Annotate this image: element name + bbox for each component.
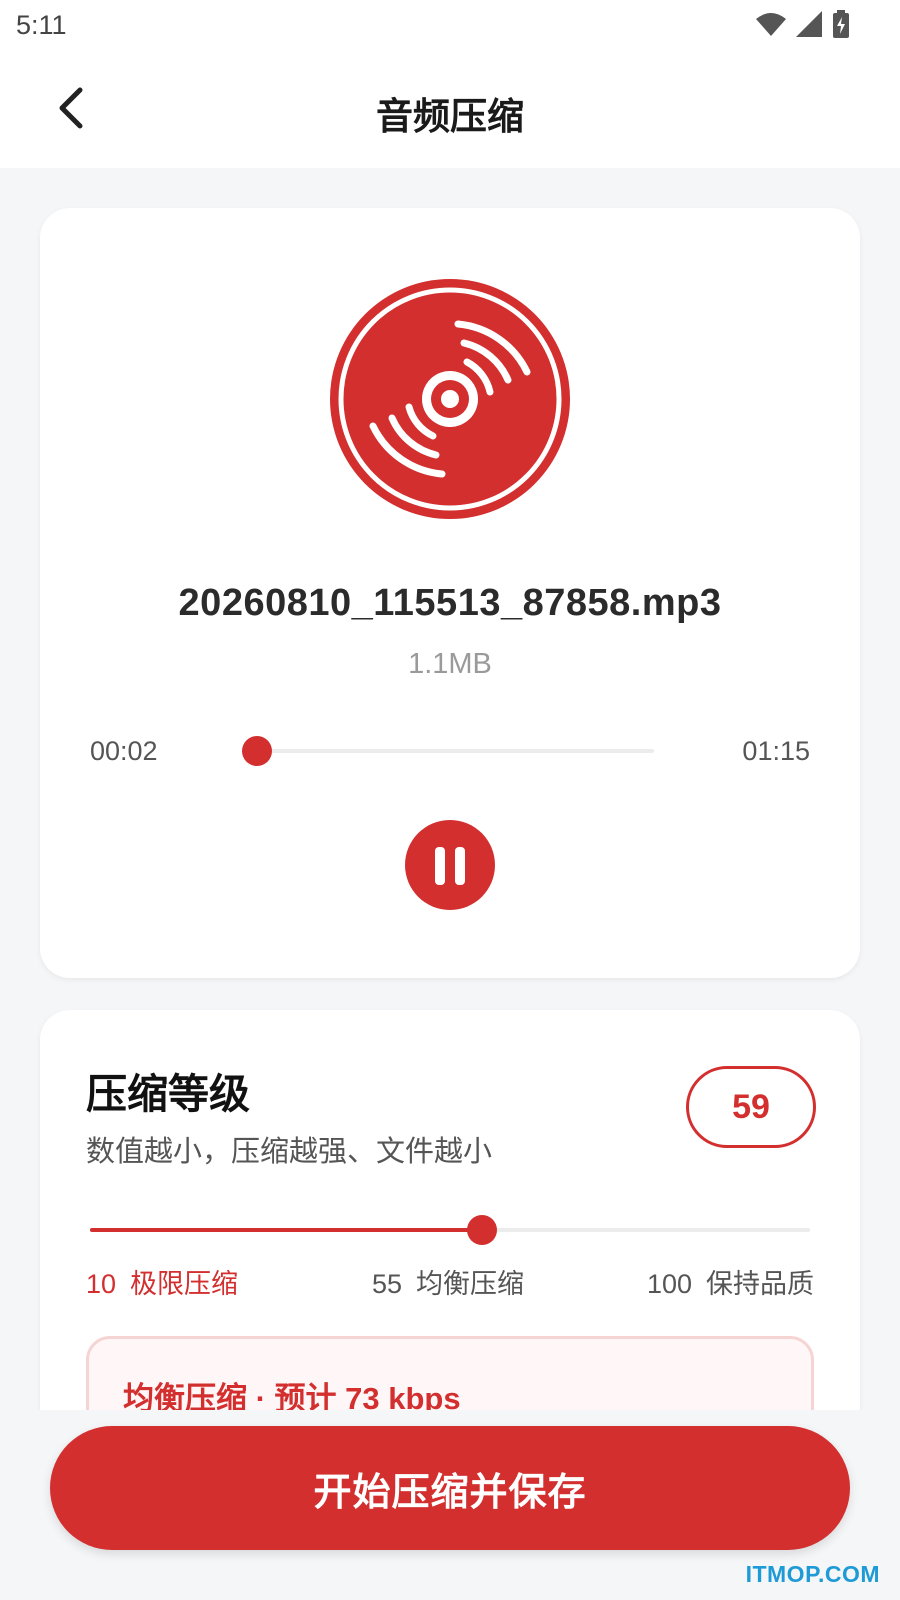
page-title: 音频压缩 [376,96,524,137]
scale-min-label: 10 极限压缩 [86,1269,239,1299]
wifi-icon [756,13,786,36]
scale-max-label: 100 保持品质 [646,1269,814,1299]
compression-slider-fill [90,1228,482,1232]
current-time: 00:02 [90,736,158,766]
status-time: 5:11 [16,10,67,40]
file-name: 20260810_115513_87858.mp3 [178,582,722,624]
status-icons [756,10,850,38]
battery-charging-icon [833,10,849,38]
status-bar: 5:11 [0,0,900,52]
compression-value-badge[interactable]: 59 [686,1066,816,1148]
pause-button[interactable] [405,820,495,910]
compression-slider[interactable] [90,1215,810,1245]
compression-title: 压缩等级 [86,1071,250,1117]
player-card: 20260810_115513_87858.mp3 1.1MB 00:02 01… [40,208,860,978]
watermark: ITMOP.COM [745,1561,880,1587]
compression-slider-thumb[interactable] [467,1215,497,1245]
seek-thumb[interactable] [242,736,273,766]
app-bar: 音频压缩 [0,52,900,168]
cell-signal-icon [796,11,822,37]
start-compress-save-button[interactable]: 开始压缩并保存 [50,1426,850,1550]
compression-subtitle: 数值越小，压缩越强、文件越小 [86,1136,493,1168]
seek-bar[interactable] [242,736,654,766]
music-disc-icon [330,279,570,519]
total-time: 01:15 [742,736,810,766]
scale-mid-label: 55 均衡压缩 [372,1269,525,1299]
file-size: 1.1MB [408,648,492,680]
